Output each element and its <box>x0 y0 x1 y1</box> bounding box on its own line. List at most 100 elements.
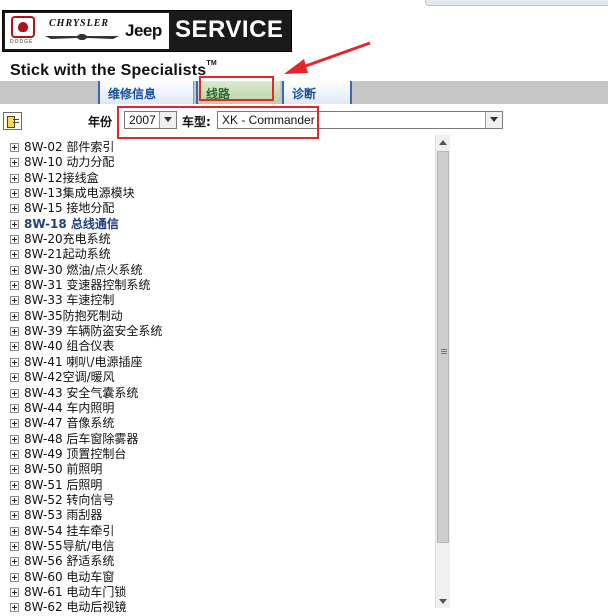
tree-item-label[interactable]: 8W-31 变速器控制系统 <box>24 278 150 293</box>
tree-item-label[interactable]: 8W-42空调/暖风 <box>24 370 115 385</box>
tree-item[interactable]: 8W-56 舒适系统 <box>10 554 430 569</box>
tree-item[interactable]: 8W-53 雨刮器 <box>10 508 430 523</box>
tree-item-label[interactable]: 8W-30 燃油/点火系统 <box>24 263 142 278</box>
expand-plus-icon[interactable] <box>10 449 19 459</box>
tree-item-label[interactable]: 8W-53 雨刮器 <box>24 508 102 523</box>
expand-plus-icon[interactable] <box>10 465 19 475</box>
expand-plus-icon[interactable] <box>10 541 19 551</box>
expand-plus-icon[interactable] <box>10 419 19 429</box>
expand-plus-icon[interactable] <box>10 327 19 337</box>
tree-item-label[interactable]: 8W-21起动系统 <box>24 247 111 262</box>
expand-plus-icon[interactable] <box>10 511 19 521</box>
tree-item[interactable]: 8W-47 音像系统 <box>10 416 430 431</box>
tree-item-label[interactable]: 8W-02 部件索引 <box>24 140 114 155</box>
tree-item-label[interactable]: 8W-12接线盒 <box>24 171 99 186</box>
tree-item-label[interactable]: 8W-39 车辆防盗安全系统 <box>24 324 162 339</box>
expand-plus-icon[interactable] <box>10 281 19 291</box>
expand-plus-icon[interactable] <box>10 403 19 413</box>
expand-plus-icon[interactable] <box>10 557 19 567</box>
tree-item[interactable]: 8W-60 电动车窗 <box>10 570 430 585</box>
tree-item[interactable]: 8W-51 后照明 <box>10 478 430 493</box>
scroll-up-icon[interactable] <box>436 135 450 149</box>
tab-repair-info[interactable]: 维修信息 <box>98 81 194 104</box>
tree-item-label[interactable]: 8W-47 音像系统 <box>24 416 114 431</box>
tree-item-label[interactable]: 8W-48 后车窗除雾器 <box>24 432 138 447</box>
tree-item-label[interactable]: 8W-33 车速控制 <box>24 293 114 308</box>
tree-item-label[interactable]: 8W-51 后照明 <box>24 478 102 493</box>
expand-plus-icon[interactable] <box>10 173 19 183</box>
tree-item-label[interactable]: 8W-40 组合仪表 <box>24 339 114 354</box>
tree-item-label[interactable]: 8W-43 安全气囊系统 <box>24 386 138 401</box>
tree-item-label[interactable]: 8W-35防抱死制动 <box>24 309 123 324</box>
expand-plus-icon[interactable] <box>10 587 19 597</box>
tree-item-label[interactable]: 8W-15 接地分配 <box>24 201 114 216</box>
expand-plus-icon[interactable] <box>10 495 19 505</box>
tree-scrollbar[interactable] <box>435 135 450 608</box>
tree-item-label[interactable]: 8W-56 舒适系统 <box>24 554 114 569</box>
tree-item[interactable]: 8W-10 动力分配 <box>10 155 430 170</box>
tree-item[interactable]: 8W-50 前照明 <box>10 462 430 477</box>
tree-item-label[interactable]: 8W-54 挂车牵引 <box>24 524 114 539</box>
expand-plus-icon[interactable] <box>10 143 19 152</box>
expand-plus-icon[interactable] <box>10 250 19 260</box>
expand-plus-icon[interactable] <box>10 158 19 168</box>
tree-item[interactable]: 8W-48 后车窗除雾器 <box>10 432 430 447</box>
tree-item-label[interactable]: 8W-61 电动车门锁 <box>24 585 126 600</box>
tree-item[interactable]: 8W-20充电系统 <box>10 232 430 247</box>
tree-item-label[interactable]: 8W-60 电动车窗 <box>24 570 114 585</box>
tree-item[interactable]: 8W-35防抱死制动 <box>10 309 430 324</box>
scroll-thumb[interactable] <box>437 151 449 543</box>
tree-item[interactable]: 8W-31 变速器控制系统 <box>10 278 430 293</box>
tree-item[interactable]: 8W-40 组合仪表 <box>10 339 430 354</box>
expand-plus-icon[interactable] <box>10 311 19 321</box>
tree-item[interactable]: 8W-33 车速控制 <box>10 293 430 308</box>
tree-item-label[interactable]: 8W-20充电系统 <box>24 232 111 247</box>
tree-item[interactable]: 8W-54 挂车牵引 <box>10 524 430 539</box>
tree-item[interactable]: 8W-02 部件索引 <box>10 140 430 155</box>
tree-item[interactable]: 8W-12接线盒 <box>10 171 430 186</box>
expand-plus-icon[interactable] <box>10 296 19 306</box>
tree-item[interactable]: 8W-42空调/暖风 <box>10 370 430 385</box>
tree-item-label[interactable]: 8W-44 车内照明 <box>24 401 114 416</box>
expand-plus-icon[interactable] <box>10 204 19 214</box>
expand-plus-icon[interactable] <box>10 189 19 199</box>
expand-plus-icon[interactable] <box>10 480 19 490</box>
document-tree-icon[interactable] <box>3 112 22 130</box>
tree-item[interactable]: 8W-55导航/电信 <box>10 539 430 554</box>
tree-item[interactable]: 8W-13集成电源模块 <box>10 186 430 201</box>
expand-plus-icon[interactable] <box>10 235 19 245</box>
tree-item[interactable]: 8W-44 车内照明 <box>10 401 430 416</box>
tree-item-label[interactable]: 8W-41 喇叭/电源插座 <box>24 355 142 370</box>
expand-plus-icon[interactable] <box>10 572 19 582</box>
tree-item[interactable]: 8W-18 总线通信 <box>10 217 430 232</box>
tree-item[interactable]: 8W-15 接地分配 <box>10 201 430 216</box>
expand-plus-icon[interactable] <box>10 373 19 383</box>
tree-item[interactable]: 8W-30 燃油/点火系统 <box>10 263 430 278</box>
tree-item[interactable]: 8W-43 安全气囊系统 <box>10 386 430 401</box>
service-title: SERVICE <box>175 16 284 43</box>
annotation-box-filters <box>117 106 319 139</box>
tree-item[interactable]: 8W-49 顶置控制台 <box>10 447 430 462</box>
tree-item[interactable]: 8W-41 喇叭/电源插座 <box>10 355 430 370</box>
tree-item-label[interactable]: 8W-52 转向信号 <box>24 493 114 508</box>
expand-plus-icon[interactable] <box>10 434 19 444</box>
expand-plus-icon[interactable] <box>10 265 19 275</box>
tree-item-label[interactable]: 8W-49 顶置控制台 <box>24 447 126 462</box>
expand-plus-icon[interactable] <box>10 388 19 398</box>
tree-item[interactable]: 8W-39 车辆防盗安全系统 <box>10 324 430 339</box>
expand-plus-icon[interactable] <box>10 219 19 229</box>
tree-item-label[interactable]: 8W-50 前照明 <box>24 462 102 477</box>
tree-item-label[interactable]: 8W-18 总线通信 <box>24 217 119 232</box>
scroll-down-icon[interactable] <box>436 594 450 608</box>
tree-item-label[interactable]: 8W-10 动力分配 <box>24 155 114 170</box>
tab-diagnostics[interactable]: 诊断 <box>282 81 352 104</box>
tree-item[interactable]: 8W-52 转向信号 <box>10 493 430 508</box>
chevron-down-icon[interactable] <box>485 112 502 128</box>
tree-item[interactable]: 8W-21起动系统 <box>10 247 430 262</box>
tree-item-label[interactable]: 8W-13集成电源模块 <box>24 186 135 201</box>
tree-item-label[interactable]: 8W-55导航/电信 <box>24 539 115 554</box>
expand-plus-icon[interactable] <box>10 526 19 536</box>
expand-plus-icon[interactable] <box>10 342 19 352</box>
expand-plus-icon[interactable] <box>10 357 19 367</box>
tree-item[interactable]: 8W-61 电动车门锁 <box>10 585 430 600</box>
